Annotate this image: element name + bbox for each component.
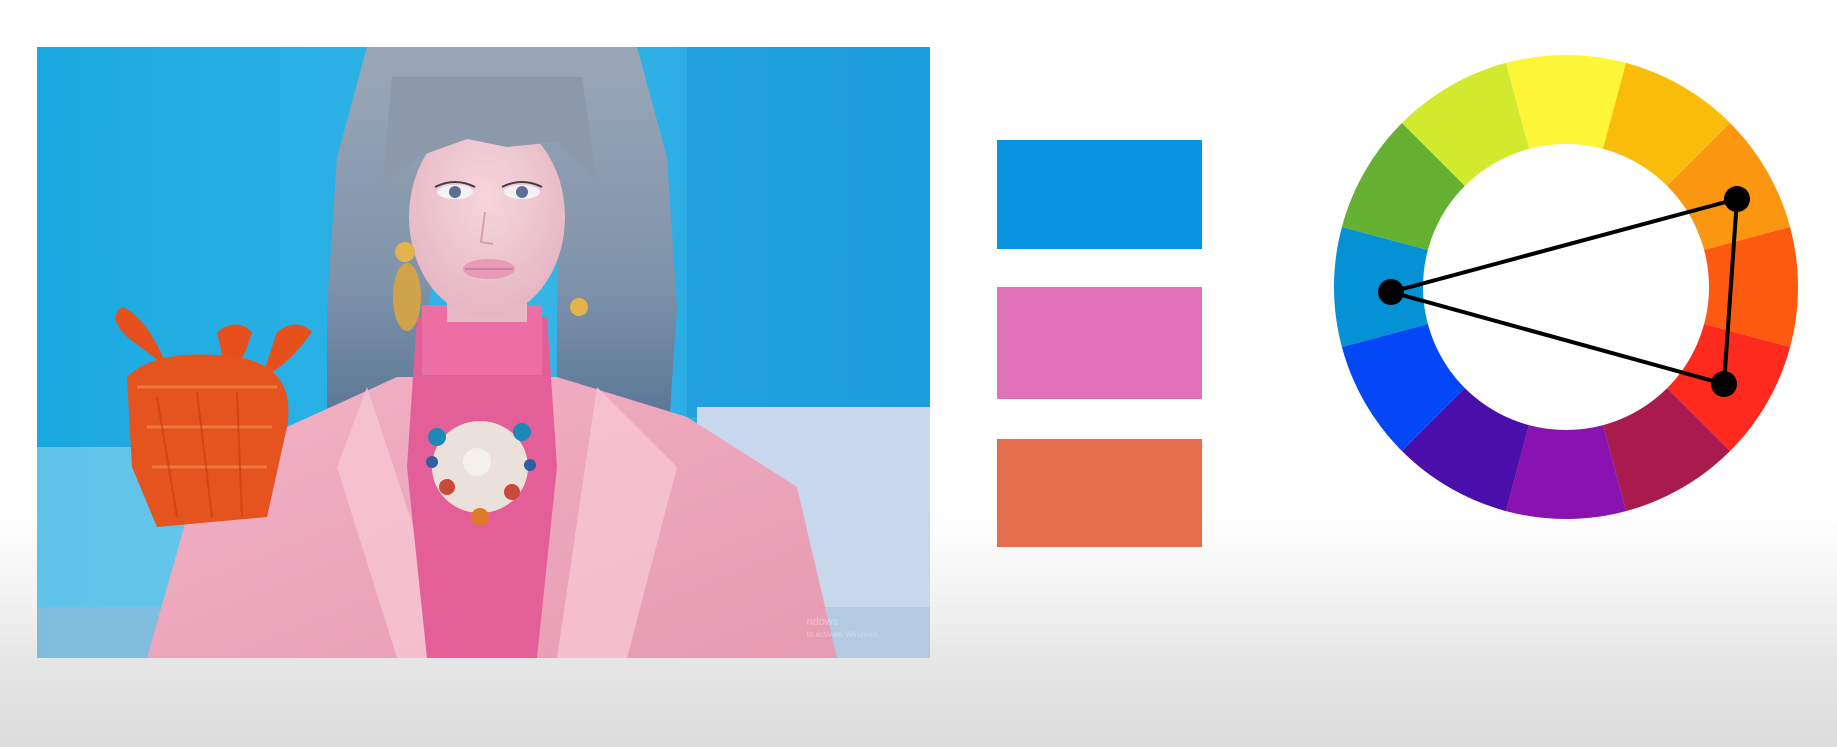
watermark-subtitle: to activate Windows.: [806, 630, 880, 639]
triad-point-red-orange: [1711, 371, 1737, 397]
color-wheel: [1334, 55, 1798, 519]
watermark-title: ndows: [806, 616, 839, 629]
triad-point-orange: [1724, 186, 1750, 212]
windows-activation-watermark: ndows to activate Windows.: [807, 616, 880, 640]
portrait-photo: ndows to activate Windows.: [37, 47, 930, 658]
swatch-pink: [997, 287, 1202, 399]
swatch-orange: [997, 439, 1202, 547]
triad-point-blue: [1378, 279, 1404, 305]
color-wheel-center: [1423, 144, 1709, 430]
photo-illustration: [37, 47, 930, 658]
swatch-blue: [997, 140, 1202, 249]
